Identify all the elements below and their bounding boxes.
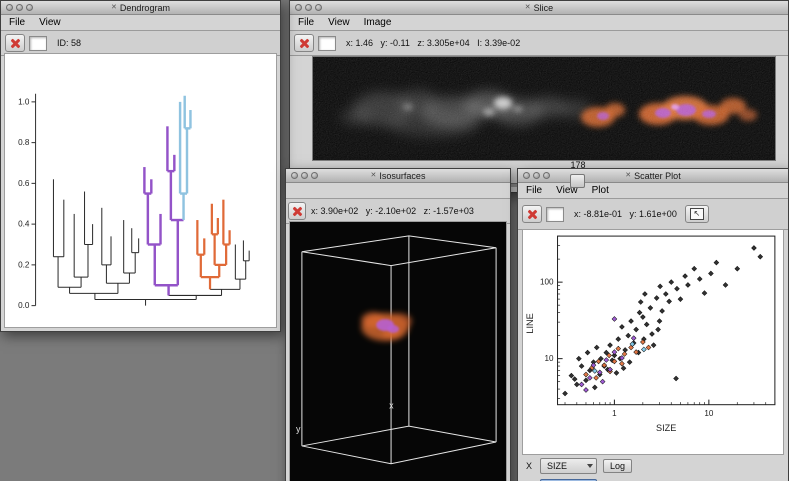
isosurfaces-menubar — [286, 183, 510, 199]
window-title: ✕ Dendrogram — [1, 3, 280, 13]
dendrogram-plot-panel: 0.0 0.2 0.4 0.6 0.8 1.0 — [4, 53, 277, 328]
menu-view[interactable]: View — [39, 17, 61, 28]
select-mode-button[interactable] — [522, 205, 542, 223]
wireframe-box — [302, 236, 496, 464]
window-title: ✕ Isosurfaces — [286, 171, 510, 181]
x-log-button[interactable]: Log — [603, 459, 632, 473]
window-title-text: Dendrogram — [120, 3, 170, 13]
color-swatch[interactable] — [29, 36, 47, 51]
svg-text:10: 10 — [544, 354, 554, 363]
window-proxy-icon: ✕ — [371, 172, 377, 179]
minimize-button[interactable] — [301, 172, 308, 179]
window-controls — [1, 4, 33, 11]
dendrogram-menubar: File View — [1, 15, 280, 31]
slice-image-canvas — [313, 57, 775, 160]
window-title-text: Isosurfaces — [379, 171, 425, 181]
zoom-button[interactable] — [315, 4, 322, 11]
y-axis-label-3d: y — [296, 424, 301, 434]
svg-text:1.0: 1.0 — [18, 97, 30, 106]
slider-value: 178 — [560, 160, 596, 170]
window-controls — [290, 4, 322, 11]
window-controls — [286, 172, 318, 179]
select-mode-button[interactable] — [288, 202, 306, 220]
scatter-titlebar[interactable]: ✕ Scatter Plot — [518, 169, 788, 183]
zoom-button[interactable] — [311, 172, 318, 179]
svg-text:0.2: 0.2 — [18, 260, 30, 269]
window-title-text: Scatter Plot — [634, 171, 681, 181]
red-cross-icon — [527, 209, 538, 220]
select-mode-button[interactable] — [294, 34, 314, 52]
svg-text:0.4: 0.4 — [18, 220, 30, 229]
menu-file[interactable]: File — [9, 17, 25, 28]
menu-plot[interactable]: Plot — [592, 185, 609, 196]
dropdown-arrow-icon — [587, 464, 593, 468]
svg-text:10: 10 — [704, 409, 714, 418]
isosurfaces-window[interactable]: ✕ Isosurfaces x: 3.90e+02 y: -2.10e+02 z… — [285, 168, 511, 481]
minimize-button[interactable] — [533, 172, 540, 179]
cursor-coordinates: x: -8.81e-01 y: 1.61e+00 — [574, 209, 677, 219]
slider-handle[interactable] — [570, 174, 585, 188]
selection-box-arrow-icon: ↖ — [690, 208, 704, 220]
dendrogram-plot[interactable]: 0.0 0.2 0.4 0.6 0.8 1.0 — [5, 54, 276, 327]
window-proxy-icon: ✕ — [625, 172, 631, 179]
isosurface-view-panel: x y — [289, 221, 507, 481]
scatter-plot-panel: 1 10 10 100 SIZE LINE — [522, 229, 784, 455]
slice-window[interactable]: ✕ Slice File View Image x: 1.46 y: -0.11… — [289, 0, 789, 193]
x-axis-row-label: X — [526, 461, 534, 471]
cursor-coordinates: x: 1.46 y: -0.11 z: 3.305e+04 I: 3.39e-0… — [346, 38, 520, 48]
red-cross-icon — [292, 206, 303, 217]
scatter-menubar: File View Plot — [518, 183, 788, 199]
menu-file[interactable]: File — [298, 17, 314, 28]
selected-structure-id: ID: 58 — [57, 38, 81, 48]
x-axis-combobox[interactable]: SIZE — [540, 458, 597, 474]
window-proxy-icon: ✕ — [525, 4, 531, 11]
scatter-plot[interactable]: 1 10 10 100 SIZE LINE — [523, 230, 783, 439]
svg-text:0.8: 0.8 — [18, 138, 30, 147]
svg-text:0.6: 0.6 — [18, 179, 30, 188]
svg-text:LINE: LINE — [525, 313, 535, 333]
dendrogram-window[interactable]: ✕ Dendrogram File View ID: 58 0.00.20.40… — [0, 0, 281, 332]
svg-text:0.0: 0.0 — [18, 301, 30, 310]
red-cross-icon — [299, 38, 310, 49]
minimize-button[interactable] — [16, 4, 23, 11]
select-mode-button[interactable] — [5, 34, 25, 52]
svg-text:1: 1 — [612, 409, 617, 418]
svg-text:100: 100 — [540, 278, 554, 287]
window-title: ✕ Scatter Plot — [518, 171, 788, 181]
isosurfaces-titlebar[interactable]: ✕ Isosurfaces — [286, 169, 510, 183]
menu-file[interactable]: File — [526, 185, 542, 196]
close-button[interactable] — [291, 172, 298, 179]
x-axis-row: X SIZE Log — [518, 457, 788, 474]
region-select-button[interactable]: ↖ — [685, 205, 709, 223]
minimize-button[interactable] — [305, 4, 312, 11]
x-axis-label-3d: x — [389, 400, 394, 410]
window-controls — [518, 172, 550, 179]
slice-menubar: File View Image — [290, 15, 788, 31]
slice-image[interactable] — [312, 56, 776, 161]
window-title: ✕ Slice — [290, 3, 788, 13]
desktop: ✕ Slice File View Image x: 1.46 y: -0.11… — [0, 0, 789, 481]
scatter-toolbar: x: -8.81e-01 y: 1.61e+00 ↖ — [518, 199, 788, 230]
dendrogram-titlebar[interactable]: ✕ Dendrogram — [1, 1, 280, 15]
scatter-window[interactable]: ✕ Scatter Plot File View Plot x: -8.81e-… — [517, 168, 789, 481]
slice-titlebar[interactable]: ✕ Slice — [290, 1, 788, 15]
menu-view[interactable]: View — [328, 17, 350, 28]
cursor-coordinates: x: 3.90e+02 y: -2.10e+02 z: -1.57e+03 — [311, 206, 474, 216]
svg-text:SIZE: SIZE — [656, 423, 676, 433]
color-swatch[interactable] — [318, 36, 336, 51]
close-button[interactable] — [295, 4, 302, 11]
zoom-button[interactable] — [26, 4, 33, 11]
x-axis-selected-value: SIZE — [547, 461, 567, 471]
close-button[interactable] — [6, 4, 13, 11]
window-proxy-icon: ✕ — [111, 4, 117, 11]
red-cross-icon — [10, 38, 21, 49]
isosurface-3d-view[interactable]: x y — [290, 222, 506, 481]
window-title-text: Slice — [534, 3, 554, 13]
color-swatch[interactable] — [546, 207, 564, 222]
zoom-button[interactable] — [543, 172, 550, 179]
slice-toolbar: x: 1.46 y: -0.11 z: 3.305e+04 I: 3.39e-0… — [290, 31, 788, 56]
close-button[interactable] — [523, 172, 530, 179]
menu-image[interactable]: Image — [364, 17, 392, 28]
